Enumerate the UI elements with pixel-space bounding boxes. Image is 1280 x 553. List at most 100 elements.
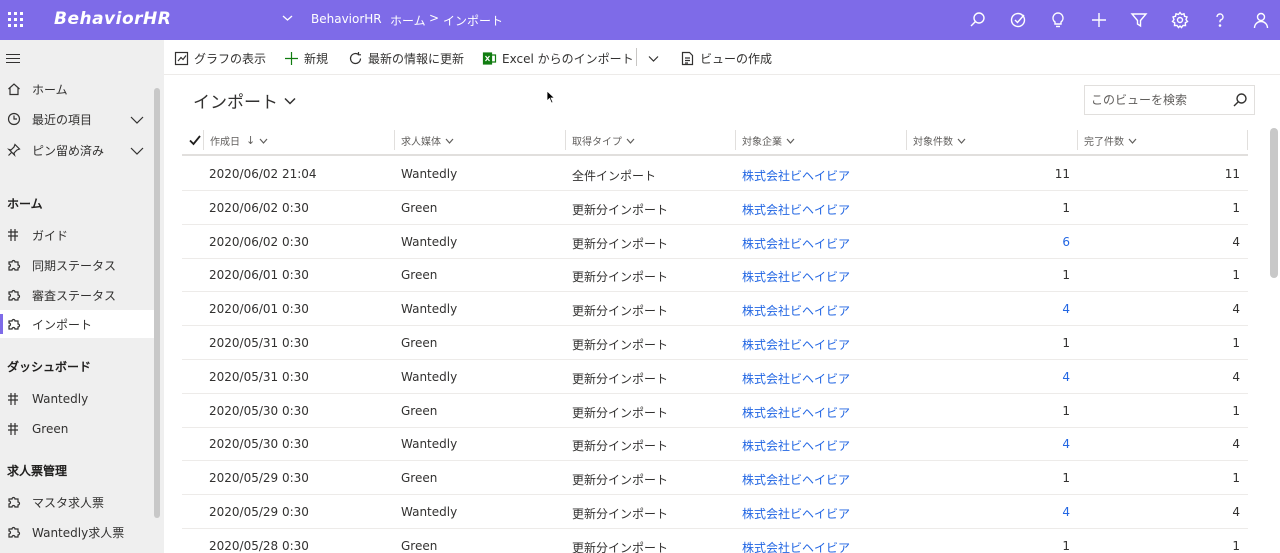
cell-fetch-type: 更新分インポート — [572, 473, 669, 488]
cell-company-link[interactable]: 株式会社ビヘイビア — [742, 201, 850, 218]
view-search-box — [1084, 85, 1255, 115]
cell-company-link[interactable]: 株式会社ビヘイビア — [742, 471, 850, 488]
create-view-button[interactable]: ビューの作成 — [680, 48, 772, 68]
cell-target-count: 1 — [1062, 538, 1070, 553]
filter-icon[interactable] — [1127, 8, 1151, 32]
table-row[interactable]: 2020/06/02 21:04 Wantedly 全件インポート 株式会社ビヘイビア… — [182, 157, 1248, 191]
sidebar-item-sync-status[interactable]: 同期ステータス — [0, 251, 154, 279]
cell-fetch-type: 更新分インポート — [572, 439, 669, 454]
new-label: 新規 — [304, 51, 329, 66]
table-row[interactable]: 2020/05/31 0:30 Wantedly 更新分インポート 株式会社ビヘイビア… — [182, 360, 1248, 394]
breadcrumb-home[interactable]: ホーム — [390, 12, 426, 29]
column-divider[interactable] — [906, 130, 907, 150]
table-row[interactable]: 2020/05/30 0:30 Wantedly 更新分インポート 株式会社ビヘイビア… — [182, 427, 1248, 462]
sidebar-item-wantedly-job[interactable]: Wantedly求人票 — [0, 518, 154, 546]
sidebar-scrollbar[interactable] — [154, 88, 160, 518]
column-divider[interactable] — [1077, 130, 1078, 150]
table-row[interactable]: 2020/06/01 0:30 Wantedly 更新分インポート 株式会社ビヘイビア… — [182, 292, 1248, 327]
column-header-done-count[interactable]: 完了件数 — [1084, 133, 1137, 148]
column-divider[interactable] — [565, 130, 566, 150]
view-selector[interactable]: インポート — [193, 88, 296, 113]
sidebar-item-import[interactable]: インポート — [0, 310, 154, 338]
excel-import-dropdown[interactable] — [646, 48, 666, 68]
search-input[interactable] — [1091, 92, 1226, 108]
cell-company-link[interactable]: 株式会社ビヘイビア — [742, 505, 850, 522]
cell-done-count: 1 — [1232, 538, 1240, 553]
cell-company-link[interactable]: 株式会社ビヘイビア — [742, 539, 850, 553]
cell-done-count: 1 — [1232, 200, 1240, 215]
chevron-down-icon[interactable] — [130, 145, 144, 155]
plus-icon[interactable] — [1087, 8, 1111, 32]
grid-icon — [6, 227, 22, 243]
table-row[interactable]: 2020/05/31 0:30 Green 更新分インポート 株式会社ビヘイビア 1 1 — [182, 326, 1248, 360]
cell-company-link[interactable]: 株式会社ビヘイビア — [742, 336, 850, 353]
table-row[interactable]: 2020/05/29 0:30 Green 更新分インポート 株式会社ビヘイビア 1 1 — [182, 461, 1248, 496]
breadcrumb-current: インポート — [443, 14, 504, 28]
column-header-company[interactable]: 対象企業 — [742, 133, 795, 148]
cell-target-count[interactable]: 4 — [1062, 370, 1070, 384]
select-all-checkbox[interactable] — [188, 133, 202, 147]
show-chart-button[interactable]: グラフの表示 — [174, 48, 266, 68]
column-header-created-date[interactable]: 作成日 ↓ — [210, 133, 268, 148]
sidebar-item-dashboard-green[interactable]: Green — [0, 415, 154, 443]
table-row[interactable]: 2020/06/02 0:30 Wantedly 更新分インポート 株式会社ビヘイビア… — [182, 225, 1248, 259]
column-divider[interactable] — [735, 130, 736, 150]
sidebar-item-guide[interactable]: ガイド — [0, 221, 154, 249]
column-header-target-count[interactable]: 対象件数 — [913, 133, 966, 148]
user-icon[interactable] — [1249, 8, 1273, 32]
refresh-icon — [349, 51, 362, 64]
cell-target-count[interactable]: 4 — [1062, 505, 1070, 519]
sidebar-item-master-job[interactable]: マスタ求人票 — [0, 488, 154, 516]
cell-created-date: 2020/05/29 0:30 — [209, 471, 309, 486]
help-icon[interactable] — [1208, 8, 1232, 32]
new-button[interactable]: 新規 — [284, 48, 328, 68]
cell-target-count[interactable]: 4 — [1062, 302, 1070, 316]
table-row[interactable]: 2020/06/01 0:30 Green 更新分インポート 株式会社ビヘイビア 1 1 — [182, 258, 1248, 293]
cell-company-link[interactable]: 株式会社ビヘイビア — [742, 404, 850, 421]
excel-import-button[interactable]: Excel からのインポート — [482, 48, 634, 68]
sidebar-item-recent[interactable]: 最近の項目 — [0, 105, 154, 133]
cell-fetch-type: 更新分インポート — [572, 405, 669, 420]
cell-target-count[interactable]: 4 — [1062, 437, 1070, 451]
show-chart-label: グラフの表示 — [194, 51, 267, 66]
breadcrumb-app[interactable]: BehaviorHR — [311, 12, 382, 26]
app-launcher-icon[interactable] — [6, 10, 24, 28]
cell-company-link[interactable]: 株式会社ビヘイビア — [742, 370, 850, 387]
grid-scrollbar[interactable] — [1270, 128, 1278, 278]
puzzle-icon — [6, 494, 22, 510]
cell-company-link[interactable]: 株式会社ビヘイビア — [742, 302, 850, 319]
column-header-fetch-type[interactable]: 取得タイプ — [572, 133, 635, 148]
table-row[interactable]: 2020/05/30 0:30 Green 更新分インポート 株式会社ビヘイビア 1 1 — [182, 394, 1248, 428]
gear-icon[interactable] — [1168, 8, 1192, 32]
sidebar-group-title: ホーム — [7, 197, 43, 211]
hamburger-menu-icon[interactable] — [6, 54, 20, 64]
cell-fetch-type: 更新分インポート — [572, 338, 669, 352]
column-divider[interactable] — [394, 130, 395, 150]
chevron-down-icon — [957, 138, 966, 144]
cell-company-link[interactable]: 株式会社ビヘイビア — [742, 437, 850, 454]
table-row[interactable]: 2020/06/02 0:30 Green 更新分インポート 株式会社ビヘイビア 1 1 — [182, 191, 1248, 225]
table-row[interactable]: 2020/05/29 0:30 Wantedly 更新分インポート 株式会社ビヘイビア… — [182, 495, 1248, 529]
task-check-icon[interactable] — [1006, 8, 1030, 32]
app-name[interactable]: BehaviorHR — [54, 9, 171, 29]
search-icon[interactable] — [1232, 92, 1248, 108]
app-switcher-chevron-icon[interactable] — [282, 12, 293, 25]
sidebar-item-label: Wantedly求人票 — [32, 525, 125, 540]
refresh-button[interactable]: 最新の情報に更新 — [348, 48, 464, 68]
search-icon[interactable] — [966, 8, 990, 32]
sidebar-item-review-status[interactable]: 審査ステータス — [0, 281, 154, 309]
sidebar-item-pinned[interactable]: ピン留め済み — [0, 136, 154, 164]
cell-company-link[interactable]: 株式会社ビヘイビア — [742, 167, 850, 184]
sidebar-item-home[interactable]: ホーム — [0, 75, 154, 103]
column-header-media[interactable]: 求人媒体 — [401, 133, 454, 148]
cell-done-count: 1 — [1232, 336, 1240, 350]
sidebar-item-dashboard-wantedly[interactable]: Wantedly — [0, 385, 154, 413]
cell-company-link[interactable]: 株式会社ビヘイビア — [742, 235, 850, 252]
cell-company-link[interactable]: 株式会社ビヘイビア — [742, 268, 850, 285]
cell-target-count: 1 — [1062, 336, 1070, 350]
chevron-down-icon[interactable] — [130, 114, 144, 124]
table-row[interactable]: 2020/05/28 0:30 Green 更新分インポート 株式会社ビヘイビア 1 1 — [182, 529, 1248, 553]
mouse-cursor-icon — [546, 90, 556, 104]
cell-target-count[interactable]: 6 — [1062, 235, 1070, 249]
lightbulb-icon[interactable] — [1046, 8, 1070, 32]
